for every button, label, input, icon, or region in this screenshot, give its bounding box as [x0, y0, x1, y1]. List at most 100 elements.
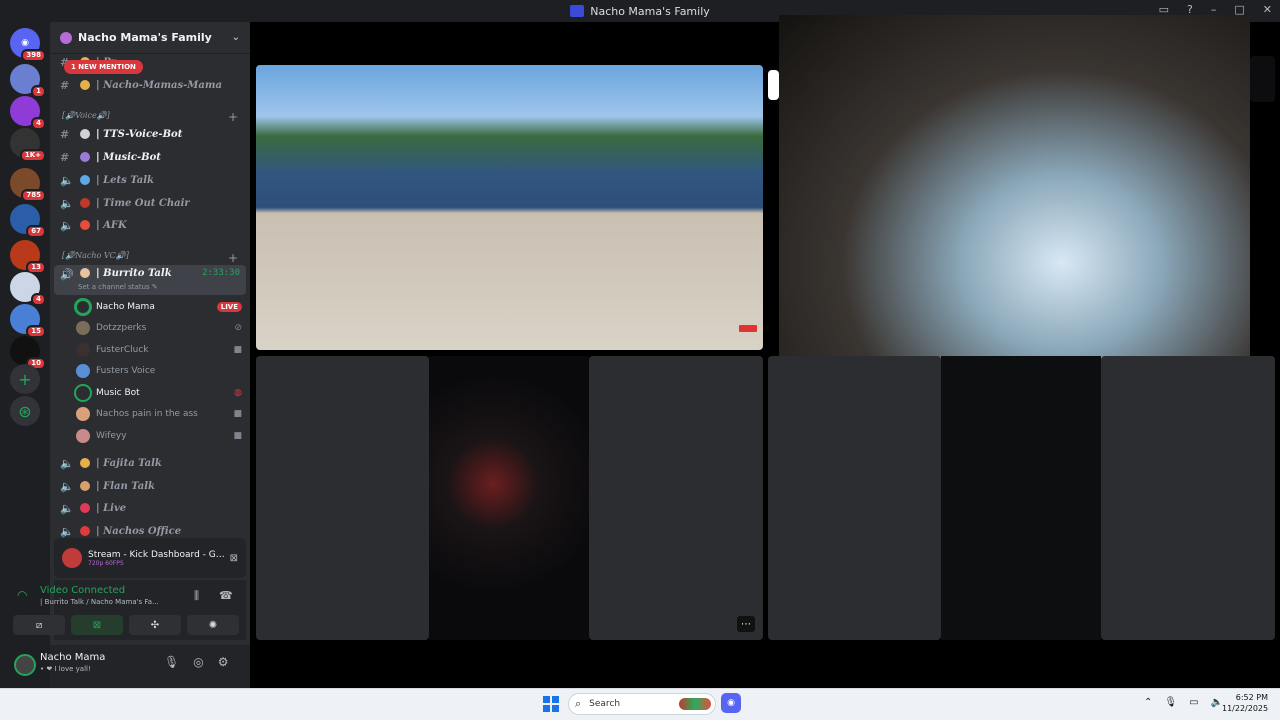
- speaker-icon: 🔈: [60, 524, 74, 538]
- microphone-icon[interactable]: 🎙: [1164, 697, 1177, 708]
- stream-tile-beach[interactable]: [256, 65, 763, 350]
- close-button[interactable]: ✕: [1263, 3, 1272, 16]
- chevron-up-icon[interactable]: ⌃: [1144, 697, 1152, 708]
- headphones-icon[interactable]: ◎: [193, 655, 203, 669]
- server-icon[interactable]: 15: [10, 304, 46, 338]
- channel-label: | Fajita Talk: [96, 457, 162, 469]
- live-badge: LIVE: [216, 302, 242, 312]
- voice-controls: ⧄ ⊠ ✣ ✺: [13, 615, 239, 635]
- server-icon[interactable]: 1K+: [10, 128, 46, 162]
- avatar: [76, 386, 90, 400]
- channel-label: | Burrito Talk: [96, 268, 172, 279]
- channel-item[interactable]: 🔈 | Fajita Talk: [54, 453, 246, 473]
- emoji-icon: [80, 198, 90, 208]
- screen-share-button[interactable]: ⊠: [71, 615, 123, 635]
- channel-item[interactable]: # | TTS-Voice-Bot: [54, 124, 246, 144]
- voice-user[interactable]: Music Bot ◍: [76, 383, 242, 403]
- user-name: Music Bot: [96, 388, 140, 398]
- server-icon[interactable]: 4: [10, 272, 46, 306]
- gear-icon[interactable]: ⚙: [218, 655, 229, 669]
- voice-location[interactable]: | Burrito Talk / Nacho Mama's Fa...: [40, 598, 190, 606]
- avatar: [76, 300, 90, 314]
- video-tile[interactable]: [256, 356, 429, 640]
- category-nacho-vc[interactable]: [🔊Nacho VC🔊]: [62, 251, 129, 260]
- hash-icon: #: [60, 127, 70, 141]
- video-tile-person[interactable]: [941, 356, 1101, 640]
- user-name: Wifeyy: [96, 431, 127, 441]
- stream-tile-crafting[interactable]: [779, 15, 1250, 369]
- speaker-icon: 🔈: [60, 173, 74, 187]
- user-name: FusterCluck: [96, 345, 149, 355]
- camera-off-button[interactable]: ⧄: [13, 615, 65, 635]
- video-tile-road[interactable]: [429, 356, 589, 640]
- compass-icon: ⊛: [18, 401, 32, 421]
- pencil-icon: ✎: [151, 283, 158, 291]
- emoji-icon: [80, 481, 90, 491]
- server-icon[interactable]: 67: [10, 204, 46, 238]
- noise-suppression-icon[interactable]: ⫼: [194, 589, 199, 603]
- camera-icon: ■: [233, 431, 242, 441]
- video-tile[interactable]: [1101, 356, 1275, 640]
- user-avatar[interactable]: [14, 654, 36, 676]
- user-name: Fusters Voice: [96, 366, 156, 376]
- camera-off-icon: ⧄: [35, 619, 43, 631]
- microphone-icon[interactable]: 🎙: [164, 655, 179, 669]
- speaker-icon: 🔈: [60, 479, 74, 493]
- screen-share-icon: ⊠: [92, 619, 102, 631]
- video-tile[interactable]: [768, 356, 941, 640]
- new-mention-banner[interactable]: 1 NEW MENTION: [64, 60, 143, 74]
- chevron-down-icon: ⌄: [231, 32, 240, 43]
- channel-status[interactable]: Set a channel status ✎: [78, 283, 158, 291]
- channel-item[interactable]: 🔈 | AFK: [54, 215, 246, 235]
- voice-user[interactable]: Nacho Mama LIVE: [76, 297, 242, 317]
- signal-icon[interactable]: ◠: [17, 588, 27, 602]
- activities-button[interactable]: ✣: [129, 615, 181, 635]
- voice-user[interactable]: Nachos pain in the ass ■: [76, 404, 242, 424]
- discover-button[interactable]: ⊛: [10, 396, 40, 426]
- headphones-icon: ◍: [234, 388, 242, 398]
- server-icon[interactable]: 10: [10, 336, 46, 370]
- server-badge: 1K+: [19, 149, 46, 162]
- user-custom-status: • ❤ I love yall!: [40, 665, 91, 673]
- guild-icon: [60, 31, 72, 44]
- channel-item[interactable]: 🔈 | Flan Talk: [54, 476, 246, 496]
- server-icon[interactable]: 13: [10, 240, 46, 274]
- soundboard-button[interactable]: ✺: [187, 615, 239, 635]
- activities-icon: ✣: [150, 619, 160, 631]
- discord-taskbar-icon[interactable]: ◉: [721, 693, 741, 713]
- voice-user[interactable]: Dotzzperks ⊘: [76, 318, 242, 338]
- voice-user[interactable]: Wifeyy ■: [76, 426, 242, 446]
- server-icon[interactable]: 4: [10, 96, 46, 130]
- network-icon[interactable]: ▭: [1189, 697, 1198, 708]
- guild-header[interactable]: Nacho Mama's Family ⌄: [50, 22, 250, 54]
- avatar: [76, 407, 90, 421]
- channel-label: | Nacho-Mamas-Mama: [96, 79, 222, 91]
- voice-user[interactable]: FusterCluck ■: [76, 340, 242, 360]
- more-options-button[interactable]: ⋯: [737, 616, 755, 632]
- user-display-name[interactable]: Nacho Mama: [40, 652, 105, 663]
- channel-item[interactable]: 🔈 | Live: [54, 498, 246, 518]
- search-highlight-icon: [679, 698, 711, 710]
- discord-home-icon: ◉: [21, 38, 29, 48]
- emoji-icon: [80, 268, 90, 278]
- category-voice[interactable]: [🔊Voice🔊]: [62, 111, 110, 120]
- disconnect-icon[interactable]: ☎: [219, 589, 233, 602]
- search-icon: ⌕: [575, 697, 582, 710]
- channel-item[interactable]: 🔈 | Time Out Chair: [54, 193, 246, 213]
- emoji-icon: [80, 152, 90, 162]
- taskbar-search[interactable]: ⌕ Search: [568, 693, 716, 715]
- avatar: [76, 429, 90, 443]
- video-tile[interactable]: [589, 356, 763, 640]
- channel-item[interactable]: # | Nacho-Mamas-Mama: [54, 75, 246, 95]
- server-icon[interactable]: 1: [10, 64, 46, 98]
- stop-stream-icon[interactable]: ⊠: [230, 553, 238, 564]
- channel-item[interactable]: 🔈 | Lets Talk: [54, 170, 246, 190]
- channel-item[interactable]: # | Music-Bot: [54, 147, 246, 167]
- system-clock[interactable]: 6:52 PM 11/22/2025: [1222, 692, 1268, 714]
- server-icon[interactable]: 785: [10, 168, 46, 202]
- voice-user[interactable]: Fusters Voice: [76, 361, 242, 381]
- channel-label: | Time Out Chair: [96, 197, 190, 209]
- home-button[interactable]: ◉ 398: [10, 28, 46, 62]
- windows-start-icon[interactable]: [543, 696, 559, 712]
- add-server-button[interactable]: +: [10, 364, 40, 394]
